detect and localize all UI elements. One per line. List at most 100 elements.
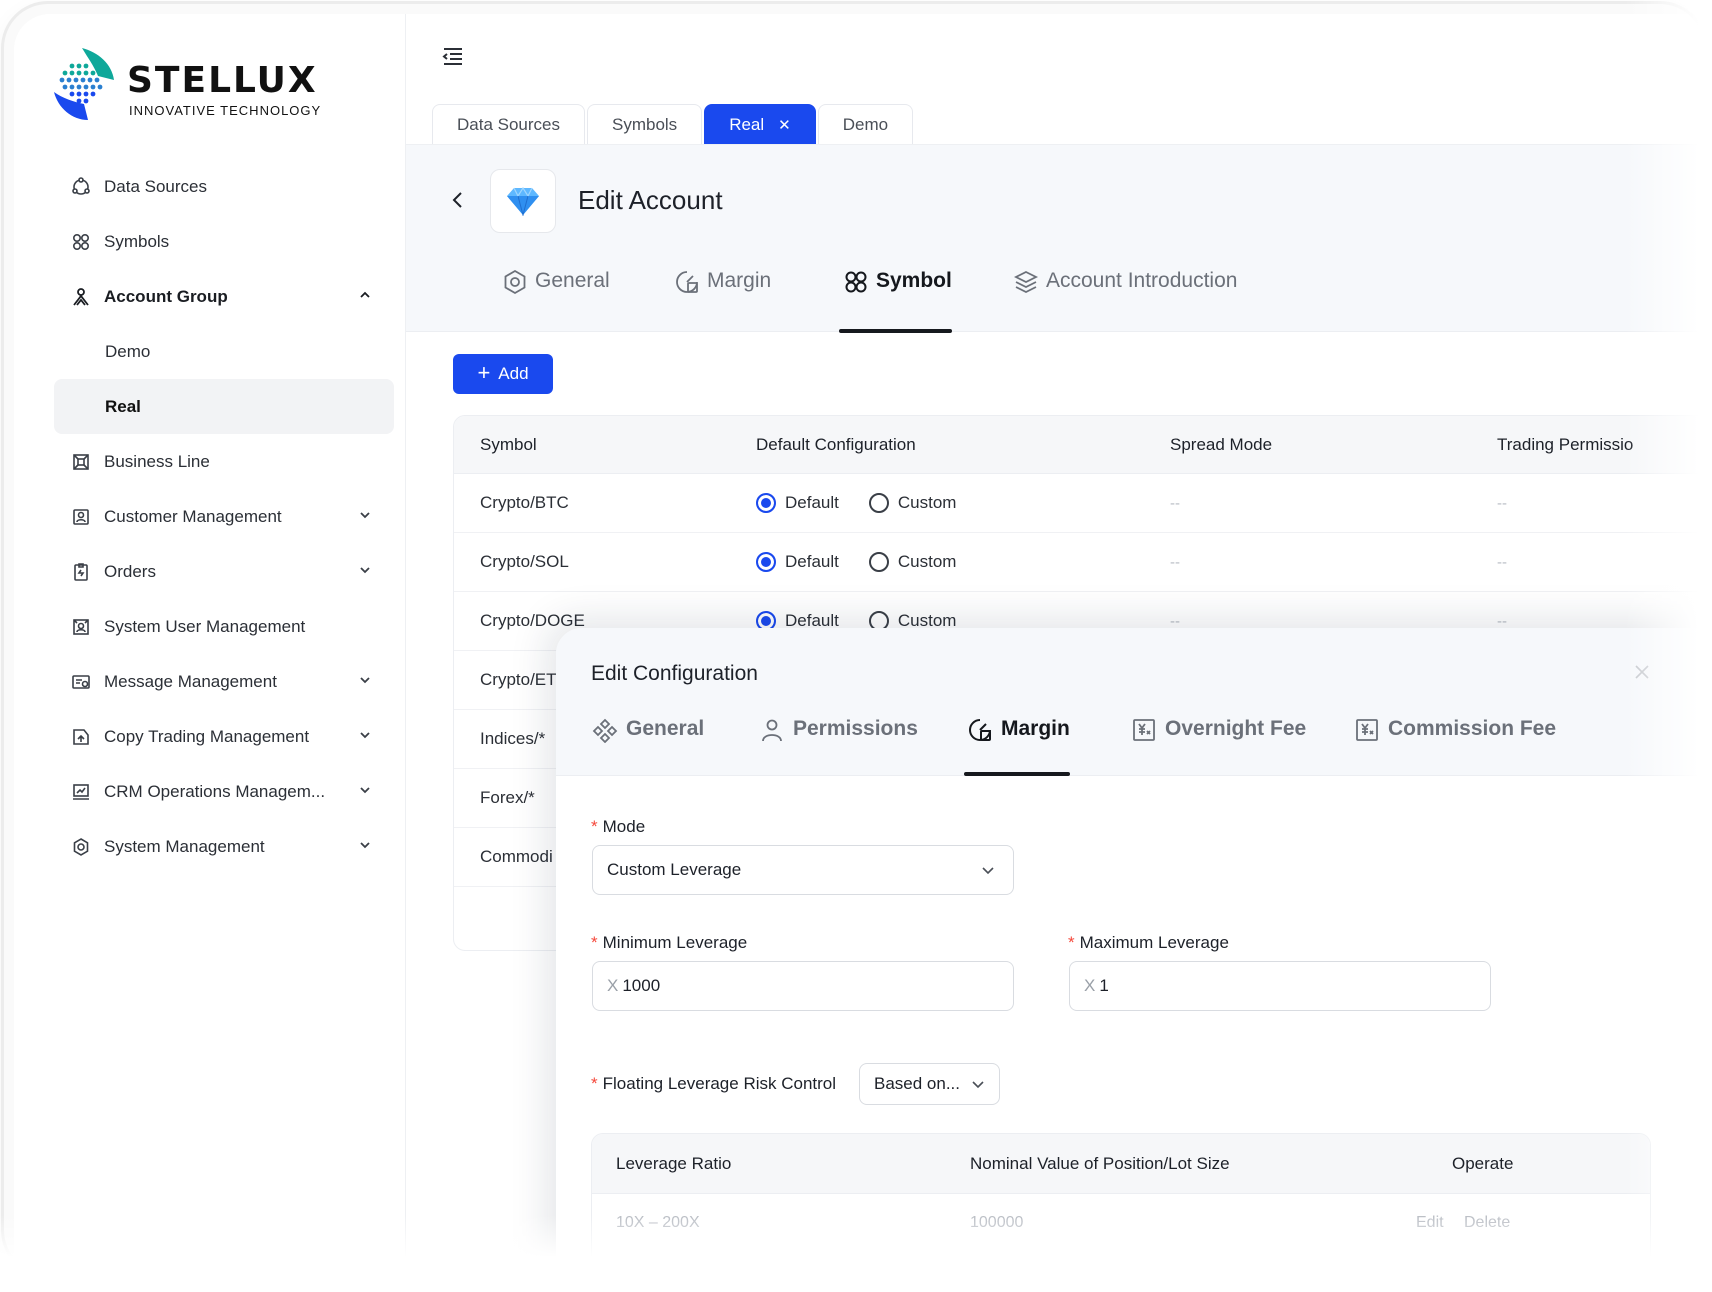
collapse-menu-icon[interactable] xyxy=(440,44,466,70)
tab-label: Demo xyxy=(842,114,889,134)
symbol-cell: Crypto/SOL xyxy=(480,552,569,571)
tab-overnight-fee[interactable]: Overnight Fee xyxy=(1131,717,1306,776)
sidebar-item-orders[interactable]: Orders xyxy=(54,544,394,599)
tab-commission-fee[interactable]: Commission Fee xyxy=(1354,717,1556,776)
tab-label: Permissions xyxy=(793,717,918,740)
symbol-cell: Forex/* xyxy=(480,788,535,807)
tab-label: Data Sources xyxy=(457,114,560,134)
fee-icon xyxy=(1356,719,1378,741)
tab-label: General xyxy=(535,269,610,292)
tab-label: Commission Fee xyxy=(1388,717,1557,740)
chevron-up-icon[interactable] xyxy=(358,288,372,302)
leverage-prefix: X xyxy=(607,976,619,995)
tab-data-sources[interactable]: Data Sources xyxy=(432,104,585,144)
radio-checked-icon xyxy=(756,493,776,513)
tab-general[interactable]: General xyxy=(502,260,610,333)
min-leverage-input[interactable]: X 1000 xyxy=(592,961,1014,1011)
chevron-down-icon[interactable] xyxy=(358,563,372,577)
column-header: Trading Permissio xyxy=(1497,434,1634,454)
account-sub-tabs: General Margin Symbol Account Introducti… xyxy=(406,260,1704,333)
required-mark: * xyxy=(591,933,598,952)
sidebar-item-data-sources[interactable]: Data Sources xyxy=(54,159,394,214)
chevron-down-icon[interactable] xyxy=(358,673,372,687)
sidebar-item-symbols[interactable]: Symbols xyxy=(54,214,394,269)
min-leverage-label: * Minimum Leverage xyxy=(591,933,747,953)
edit-link[interactable]: Edit xyxy=(1416,1194,1444,1252)
sidebar-item-label: Business Line xyxy=(104,451,210,471)
max-leverage-value: 1 xyxy=(1099,976,1109,995)
close-icon[interactable] xyxy=(1632,662,1652,682)
radio-default[interactable]: Default xyxy=(756,493,839,513)
tab-permissions[interactable]: Permissions xyxy=(759,717,918,776)
sidebar-item-label: Orders xyxy=(104,561,156,581)
leverage-table: Leverage Ratio Nominal Value of Position… xyxy=(591,1133,1651,1292)
floating-leverage-label: * Floating Leverage Risk Control xyxy=(591,1074,836,1094)
sidebar-item-crm-operations[interactable]: CRM Operations Managem... xyxy=(54,764,394,819)
floating-leverage-select[interactable]: Based on... xyxy=(859,1063,1000,1105)
tab-label: Overnight Fee xyxy=(1165,717,1307,740)
chevron-down-icon[interactable] xyxy=(358,783,372,797)
symbol-cell: Crypto/BTC xyxy=(480,493,569,512)
sidebar-item-customer-management[interactable]: Customer Management xyxy=(54,489,394,544)
add-button[interactable]: + Add xyxy=(453,354,553,394)
tab-label: Account Introduction xyxy=(1046,269,1238,292)
radio-label: Custom xyxy=(897,493,957,512)
sidebar-item-copy-trading-management[interactable]: Copy Trading Management xyxy=(54,709,394,764)
sidebar-item-system-management[interactable]: System Management xyxy=(54,819,394,874)
required-mark: * xyxy=(1068,933,1075,952)
tab-label: Margin xyxy=(707,269,772,292)
required-mark: * xyxy=(591,817,598,836)
tab-symbol[interactable]: Symbol xyxy=(839,260,952,333)
tab-demo[interactable]: Demo xyxy=(817,104,914,144)
brand-name: STELLUX xyxy=(127,60,318,101)
sidebar-subitem-demo[interactable]: Demo xyxy=(54,324,394,379)
tab-label: Symbols xyxy=(612,114,678,134)
fee-icon xyxy=(1133,719,1155,741)
chevron-down-icon[interactable] xyxy=(358,838,372,852)
sidebar-item-system-user-management[interactable]: System User Management xyxy=(54,599,394,654)
table-row: Crypto/BTC Default Custom -- -- xyxy=(454,474,1704,533)
sidebar-item-label: Account Group xyxy=(104,286,228,306)
radio-custom[interactable]: Custom xyxy=(868,493,957,513)
chevron-down-icon[interactable] xyxy=(358,508,372,522)
chevron-down-icon xyxy=(982,867,994,875)
mode-select[interactable]: Custom Leverage xyxy=(592,845,1014,895)
back-arrow-icon[interactable] xyxy=(448,190,468,210)
tab-margin[interactable]: Margin xyxy=(964,717,1070,776)
brand-logo[interactable]: STELLUX INNOVATIVE TECHNOLOGY xyxy=(52,46,322,126)
plus-icon: + xyxy=(477,360,491,385)
copy-trading-icon xyxy=(70,726,92,748)
sidebar-subitem-real[interactable]: Real xyxy=(54,379,394,434)
tab-general[interactable]: General xyxy=(592,717,704,776)
sidebar-item-account-group[interactable]: Account Group xyxy=(54,269,394,324)
chevron-down-icon[interactable] xyxy=(358,728,372,742)
margin-gauge-icon xyxy=(969,719,991,741)
radio-custom[interactable]: Custom xyxy=(868,552,956,572)
column-header: Operate xyxy=(1452,1153,1514,1173)
max-leverage-input[interactable]: X 1 xyxy=(1069,961,1491,1011)
tab-symbols[interactable]: Symbols xyxy=(587,104,703,144)
sidebar-item-business-line[interactable]: Business Line xyxy=(54,434,394,489)
business-line-icon xyxy=(70,451,92,473)
spread-mode-cell: -- xyxy=(1170,494,1180,512)
sidebar-item-message-management[interactable]: Message Management xyxy=(54,654,394,709)
radio-default[interactable]: Default xyxy=(756,552,839,572)
floating-leverage-value: Based on... xyxy=(874,1074,961,1093)
brand-tagline: INNOVATIVE TECHNOLOGY xyxy=(129,103,322,118)
gear-icon xyxy=(504,269,526,295)
tab-label: Real xyxy=(729,114,765,134)
tab-account-introduction[interactable]: Account Introduction xyxy=(1013,260,1237,333)
close-icon[interactable]: ✕ xyxy=(778,116,791,134)
table-row: 10X – 200X 100000 Edit Delete xyxy=(592,1194,1650,1252)
table-header: Leverage Ratio Nominal Value of Position… xyxy=(592,1134,1650,1194)
delete-link[interactable]: Delete xyxy=(1464,1194,1510,1252)
tab-real[interactable]: Real ✕ xyxy=(704,104,816,144)
settings-icon xyxy=(70,836,92,858)
page-tabs: Data Sources Symbols Real ✕ Demo xyxy=(432,104,915,144)
table-header: Symbol Default Configuration Spread Mode… xyxy=(454,416,1704,474)
trading-permission-cell: -- xyxy=(1497,553,1507,571)
sidebar-item-label: Symbols xyxy=(104,231,170,251)
account-avatar xyxy=(490,169,556,233)
user-icon xyxy=(762,719,782,742)
tab-margin[interactable]: Margin xyxy=(674,260,771,333)
